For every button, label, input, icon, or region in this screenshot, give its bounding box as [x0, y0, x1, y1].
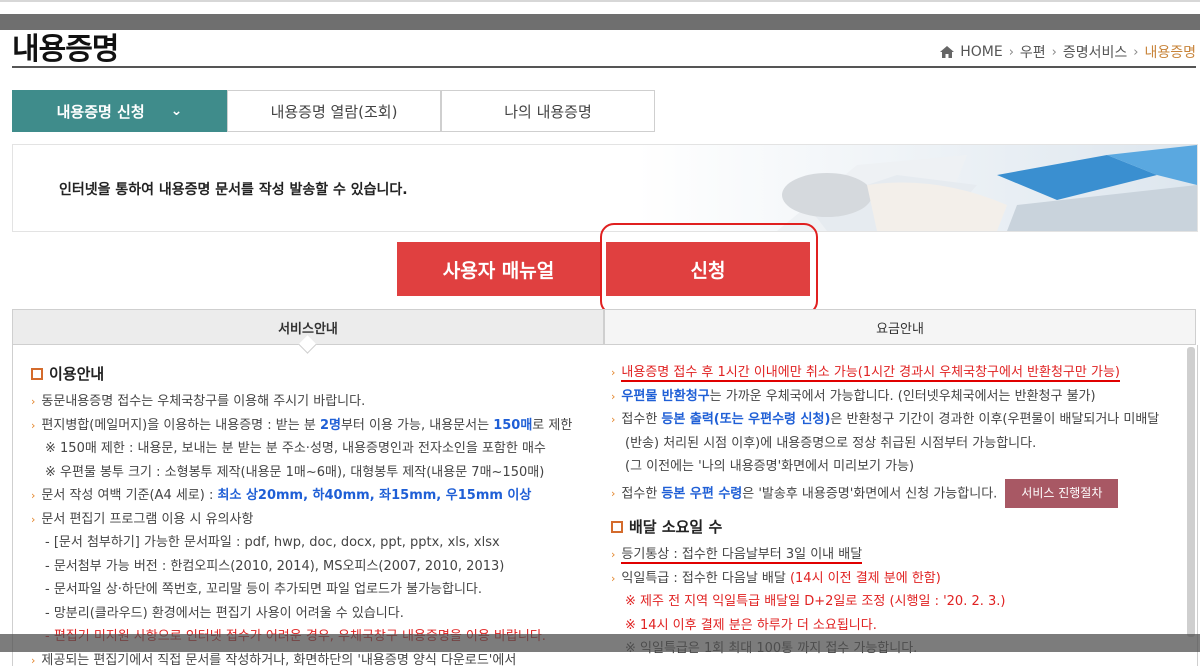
title-divider: [12, 66, 1196, 68]
banner-illustration: [637, 145, 1197, 231]
breadcrumb-cert[interactable]: 증명서비스: [1063, 42, 1127, 62]
usage-heading-text: 이용안내: [49, 365, 105, 383]
square-bullet-icon: [611, 520, 623, 533]
list-item: › 문서 편집기 프로그램 이용 시 유의사항: [31, 508, 591, 532]
page-title: 내용증명: [12, 32, 119, 67]
list-item: - [문서 첨부하기] 가능한 문서파일 : pdf, hwp, doc, do…: [45, 535, 500, 550]
text: 우편물 반환청구: [621, 388, 710, 404]
bullet-icon: ›: [31, 489, 36, 502]
service-content: 이용안내 › 동문내용증명 접수는 우체국창구를 이용해 주시기 바랍니다. › 편…: [12, 345, 1198, 666]
text: 문서 편집기 프로그램 이용 시 유의사항: [41, 511, 254, 527]
list-item: › 등기통상 : 접수한 다음날부터 3일 이내 배달: [611, 543, 1181, 567]
list-item: › 내용증명 접수 후 1시간 이내에만 취소 가능(1시간 경과시 우체국창구에…: [611, 361, 1181, 385]
bullet-icon: ›: [31, 395, 36, 408]
delivery-heading: 배달 소요일 수: [611, 516, 1181, 537]
notice-section: › 내용증명 접수 후 1시간 이내에만 취소 가능(1시간 경과시 우체국창구에…: [611, 361, 1181, 661]
text: 문서 작성 여백 기준(A4 세로) :: [41, 488, 218, 503]
list-item: › 접수한 등본 출력(또는 우편수령 신청)은 반환청구 기간이 경과한 이후(…: [611, 408, 1181, 432]
text: 부터 이용 가능, 내용문서는: [340, 417, 494, 433]
list-item: › 접수한 등본 우편 수령은 '발송후 내용증명'화면에서 신청 가능합니다. 서…: [611, 478, 1181, 508]
chevron-right-icon: ›: [1008, 44, 1014, 60]
bullet-icon: ›: [31, 653, 36, 666]
banner-text: 인터넷을 통하여 내용증명 문서를 작성 발송할 수 있습니다.: [59, 182, 408, 198]
scrollbar[interactable]: [1187, 347, 1195, 637]
bottom-gray-band: [0, 634, 1200, 652]
usage-heading: 이용안내: [31, 363, 591, 384]
square-bullet-icon: [31, 367, 43, 380]
tab-fee-info[interactable]: 요금안내: [604, 309, 1196, 345]
bullet-icon: ›: [31, 512, 36, 526]
tab-label: 내용증명 열람(조회): [270, 102, 398, 121]
text: 최소 상20mm, 하40mm, 좌15mm, 우15mm 이상: [217, 488, 532, 503]
highlight-annotation: [600, 223, 818, 315]
list-item: › 문서 작성 여백 기준(A4 세로) : 최소 상20mm, 하40mm, 좌…: [31, 484, 591, 508]
tab-service-info[interactable]: 서비스안내: [12, 309, 604, 345]
list-item: › 편지병합(메일머지)을 이용하는 내용증명 : 받는 분 2명부터 이용 가능…: [31, 414, 591, 438]
top-border: [0, 0, 1200, 2]
chevron-down-icon: ⌄: [170, 103, 183, 119]
text: 은 반환청구 기간이 경과한 이후(우편물이 배달되거나 미배달: [830, 412, 1160, 427]
list-item: - 문서파일 상·하단에 쪽번호, 꼬리말 등이 추가되면 파일 업로드가 불가…: [45, 582, 482, 597]
text: 은 '발송후 내용증명'화면에서 신청 가능합니다.: [742, 485, 998, 501]
breadcrumb: HOME › 우편 › 증명서비스 › 내용증명: [940, 42, 1196, 62]
list-item: › 익일특급 : 접수한 다음날 배달 (14시 이전 결제 분에 한함): [611, 567, 1181, 591]
list-item: - 문서첨부 가능 버전 : 한컴오피스(2010, 2014), MS오피스(…: [45, 558, 505, 574]
chevron-right-icon: ›: [1133, 44, 1139, 60]
list-item: (반송) 처리된 시점 이후)에 내용증명으로 정상 취급된 시점부터 가능합니…: [625, 435, 1037, 451]
list-item: › 동문내용증명 접수는 우체국창구를 이용해 주시기 바랍니다.: [31, 390, 591, 414]
list-item: ※ 150매 제한 : 내용문, 보내는 분 받는 분 주소·성명, 내용증명인…: [45, 441, 546, 456]
text: (14시 이전 결제 분에 한함): [789, 570, 941, 586]
text: 접수한: [621, 485, 662, 501]
intro-banner: 인터넷을 통하여 내용증명 문서를 작성 발송할 수 있습니다.: [12, 144, 1198, 232]
content-tabs: 내용증명 신청 ⌄ 내용증명 열람(조회) 나의 내용증명: [12, 90, 655, 132]
text: 내용증명 접수 후 1시간 이내에만 취소 가능(1시간 경과시 우체국창구에서…: [621, 365, 1120, 380]
bullet-icon: ›: [611, 486, 616, 500]
text: 동문내용증명 접수는 우체국창구를 이용해 주시기 바랍니다.: [41, 394, 366, 409]
tab-my[interactable]: 나의 내용증명: [441, 90, 655, 132]
bullet-icon: ›: [611, 389, 616, 403]
text: 접수한: [621, 412, 662, 427]
bullet-icon: ›: [31, 418, 36, 432]
tab-view[interactable]: 내용증명 열람(조회): [227, 90, 441, 132]
text: 등본 출력(또는 우편수령 신청): [661, 412, 831, 427]
text: 제공되는 편집기에서 직접 문서를 작성하거나, 화면하단의 '내용증명 양식 …: [41, 652, 517, 666]
user-manual-button[interactable]: 사용자 매뉴얼: [397, 242, 600, 296]
tab-label: 나의 내용증명: [504, 102, 592, 121]
bullet-icon: ›: [611, 571, 616, 585]
list-item: - 망분리(클라우드) 환경에서는 편집기 사용이 어려울 수 있습니다.: [45, 605, 404, 621]
tab-label: 내용증명 신청: [56, 102, 145, 121]
list-item: (그 이전에는 '나의 내용증명'화면에서 미리보기 가능): [625, 459, 915, 474]
list-item: › 우편물 반환청구는 가까운 우체국에서 가능합니다. (인터넷우체국에서는 반…: [611, 385, 1181, 409]
breadcrumb-current: 내용증명: [1144, 45, 1196, 61]
text: 등본 우편 수령: [661, 485, 743, 501]
text: 2명: [319, 417, 341, 433]
bullet-icon: ›: [611, 548, 616, 561]
list-item: ※ 우편물 봉투 크기 : 소형봉투 제작(내용문 1매~6매), 대형봉투 제…: [45, 464, 545, 480]
delivery-heading-text: 배달 소요일 수: [629, 518, 723, 536]
usage-section: 이용안내 › 동문내용증명 접수는 우체국창구를 이용해 주시기 바랍니다. › 편…: [31, 363, 591, 666]
text: 등기통상 : 접수한 다음날부터 3일 이내 배달: [621, 547, 863, 562]
service-process-button[interactable]: 서비스 진행절차: [1005, 478, 1119, 508]
chevron-right-icon: ›: [1051, 44, 1057, 60]
text: 150매: [493, 417, 533, 433]
home-icon: [940, 46, 955, 58]
bullet-icon: ›: [611, 413, 616, 426]
breadcrumb-home[interactable]: HOME: [960, 44, 1002, 60]
service-tabs: 서비스안내 요금안내: [12, 309, 1196, 345]
text: 편지병합(메일머지)을 이용하는 내용증명 : 받는 분: [41, 417, 320, 433]
bullet-icon: ›: [611, 366, 616, 379]
tab-apply[interactable]: 내용증명 신청 ⌄: [12, 90, 227, 132]
text: 익일특급 : 접수한 다음날 배달: [621, 570, 790, 586]
breadcrumb-post[interactable]: 우편: [1020, 42, 1046, 62]
top-gray-band: [0, 14, 1200, 30]
list-item: ※ 제주 전 지역 익일특급 배달일 D+2일로 조정 (시행일 : '20. …: [625, 594, 1006, 609]
text: 는 가까운 우체국에서 가능합니다. (인터넷우체국에서는 반환청구 불가): [709, 388, 1096, 404]
text: 로 제한: [532, 417, 573, 433]
